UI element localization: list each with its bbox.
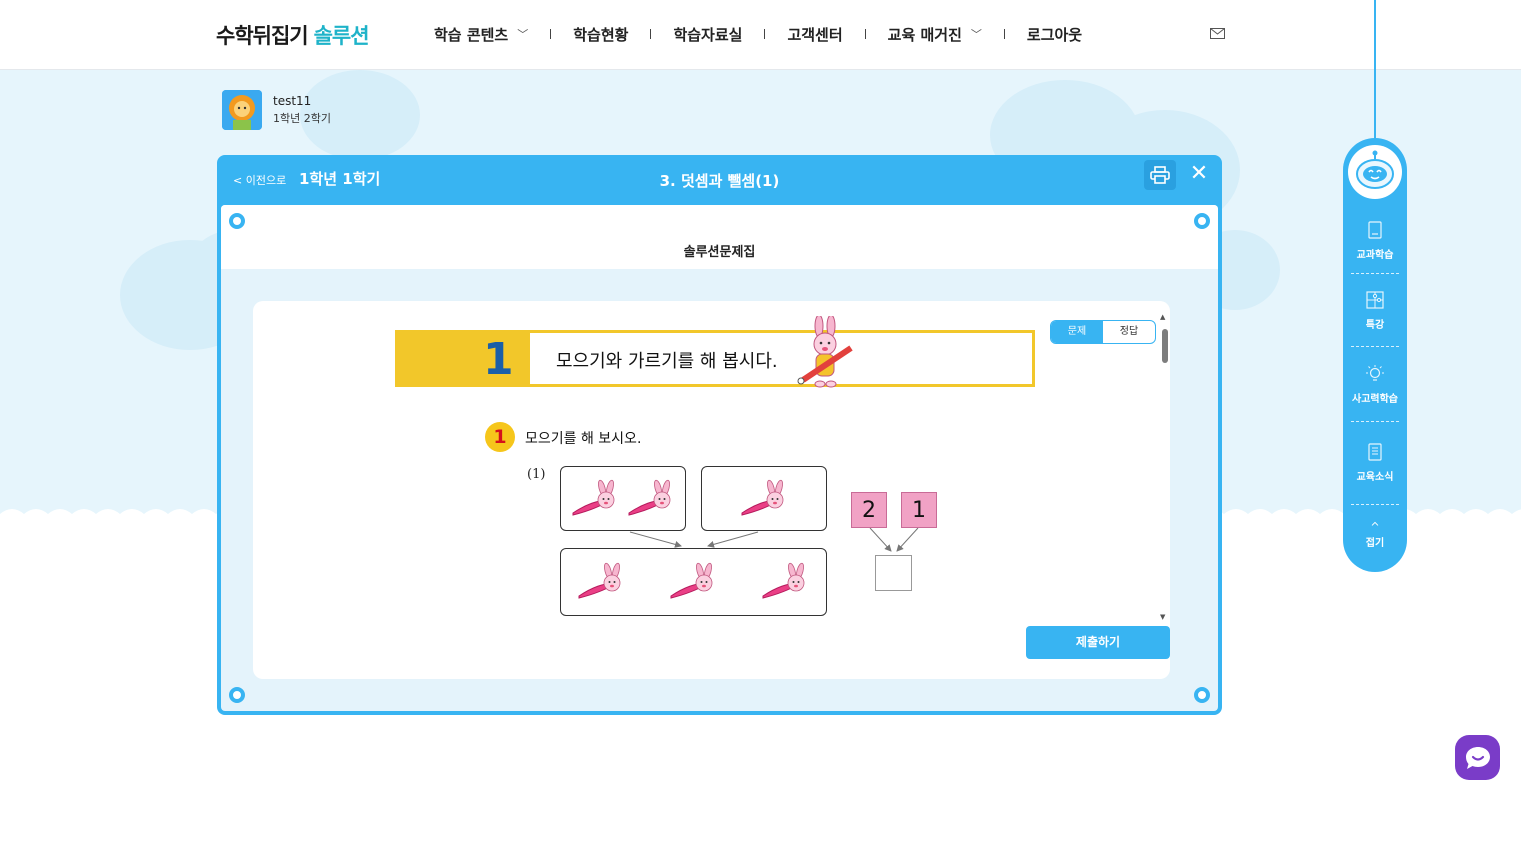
logo-main-text: 수학뒤집기 (216, 24, 309, 48)
bulb-icon (1366, 365, 1384, 381)
robot-icon[interactable] (1348, 145, 1402, 199)
top-header: 수학뒤집기 솔루션 학습 콘텐츠 ﹀ 학습현황 학습자료실 고객센터 교육 매거진 ﹀… (0, 0, 1521, 70)
sidebar-item-label: 특강 (1365, 320, 1385, 331)
close-button[interactable]: ✕ (1187, 162, 1211, 186)
sidebar-item-label: 교육소식 (1356, 472, 1394, 483)
sidebar-item-news[interactable]: 교육소식 (1343, 442, 1407, 483)
printer-icon (1150, 166, 1170, 184)
nav-divider (1003, 29, 1005, 39)
sidebar-divider (1351, 346, 1399, 347)
sidebar-item-special[interactable]: 특강 (1343, 290, 1407, 331)
user-grade: 1학년 2학기 (273, 112, 331, 125)
worksheet-card: 문제 정답 ▲ ▼ 1 모으기와 가르기를 해 봅시다. 1 모으기를 해 보시… (253, 301, 1170, 679)
panel-header: < 이전으로 1학년 1학기 3. 덧셈과 뺄셈(1) ✕ (217, 155, 1222, 205)
sidebar-fold-label: 접기 (1365, 538, 1385, 549)
panel-body: 솔루션문제집 문제 정답 ▲ ▼ 1 모으기와 가르기를 해 봅시다. 1 모으… (221, 205, 1218, 711)
nav-divider (864, 29, 866, 39)
sidebar-item-label: 사고력학습 (1352, 394, 1398, 405)
logo-accent-text: 솔루션 (313, 24, 370, 48)
news-icon (1368, 443, 1382, 461)
nav-logout[interactable]: 로그아웃 (1027, 24, 1082, 45)
workbook-panel: < 이전으로 1학년 1학기 3. 덧셈과 뺄셈(1) ✕ 솔루션문제집 문제 … (217, 155, 1222, 715)
panel-rivet (229, 213, 245, 229)
nav-label: 교육 매거진 (887, 25, 962, 44)
user-name: test11 (273, 94, 312, 108)
number-box-left: 2 (851, 492, 887, 528)
chat-icon (1465, 746, 1490, 769)
nav-label: 고객센터 (787, 25, 843, 44)
quick-menu-sidebar: 교과학습 특강 사고력학습 교육소식 접기 (1343, 138, 1407, 572)
panel-title: 3. 덧셈과 뺄셈(1) (659, 172, 780, 190)
panel-rivet (1194, 213, 1210, 229)
workbook-title: 솔루션문제집 (683, 245, 756, 260)
nav-label: 로그아웃 (1026, 25, 1083, 44)
sidebar-fold-button[interactable]: 접기 (1343, 520, 1407, 549)
answer-input-box[interactable] (875, 555, 912, 591)
puzzle-icon (1366, 291, 1384, 309)
sidebar-item-label: 교과학습 (1356, 250, 1394, 261)
sidebar-item-textbook[interactable]: 교과학습 (1343, 220, 1407, 261)
nav-divider (550, 29, 552, 39)
sidebar-divider (1351, 421, 1399, 422)
sidebar-item-thinking[interactable]: 사고력학습 (1343, 364, 1407, 405)
sidebar-string (1374, 0, 1376, 142)
submit-button[interactable]: 제출하기 (1026, 626, 1170, 659)
nav-divider (650, 29, 652, 39)
nav-label: 학습 콘텐츠 (434, 25, 509, 44)
site-logo[interactable]: 수학뒤집기 솔루션 (216, 20, 370, 50)
mail-icon[interactable] (1210, 28, 1225, 39)
nav-label: 학습자료실 (673, 25, 743, 44)
panel-rivet (1194, 687, 1210, 703)
chevron-down-icon: ﹀ (970, 28, 982, 41)
panel-rivet (229, 687, 245, 703)
print-button[interactable] (1144, 160, 1176, 190)
nav-divider (764, 29, 766, 39)
panel-body-header: 솔루션문제집 (221, 205, 1218, 269)
sidebar-divider (1351, 504, 1399, 505)
chat-button[interactable] (1455, 735, 1500, 780)
number-box-right: 1 (901, 492, 937, 528)
nav-magazine[interactable]: 교육 매거진 ﹀ (888, 24, 982, 45)
combine-arrows (629, 527, 919, 552)
nav-customer-center[interactable]: 고객센터 (787, 24, 842, 45)
nav-label: 학습현황 (573, 25, 629, 44)
book-icon (1368, 221, 1382, 239)
main-nav: 학습 콘텐츠 ﹀ 학습현황 학습자료실 고객센터 교육 매거진 ﹀ 로그아웃 (434, 22, 1082, 46)
chevron-down-icon: ﹀ (517, 28, 529, 41)
sidebar-divider (1351, 273, 1399, 274)
nav-learning-status[interactable]: 학습현황 (573, 24, 628, 45)
nav-learning-contents[interactable]: 학습 콘텐츠 ﹀ (434, 24, 528, 45)
nav-resources[interactable]: 학습자료실 (673, 24, 742, 45)
lion-avatar (222, 90, 262, 130)
chevron-up-icon (1371, 521, 1379, 526)
